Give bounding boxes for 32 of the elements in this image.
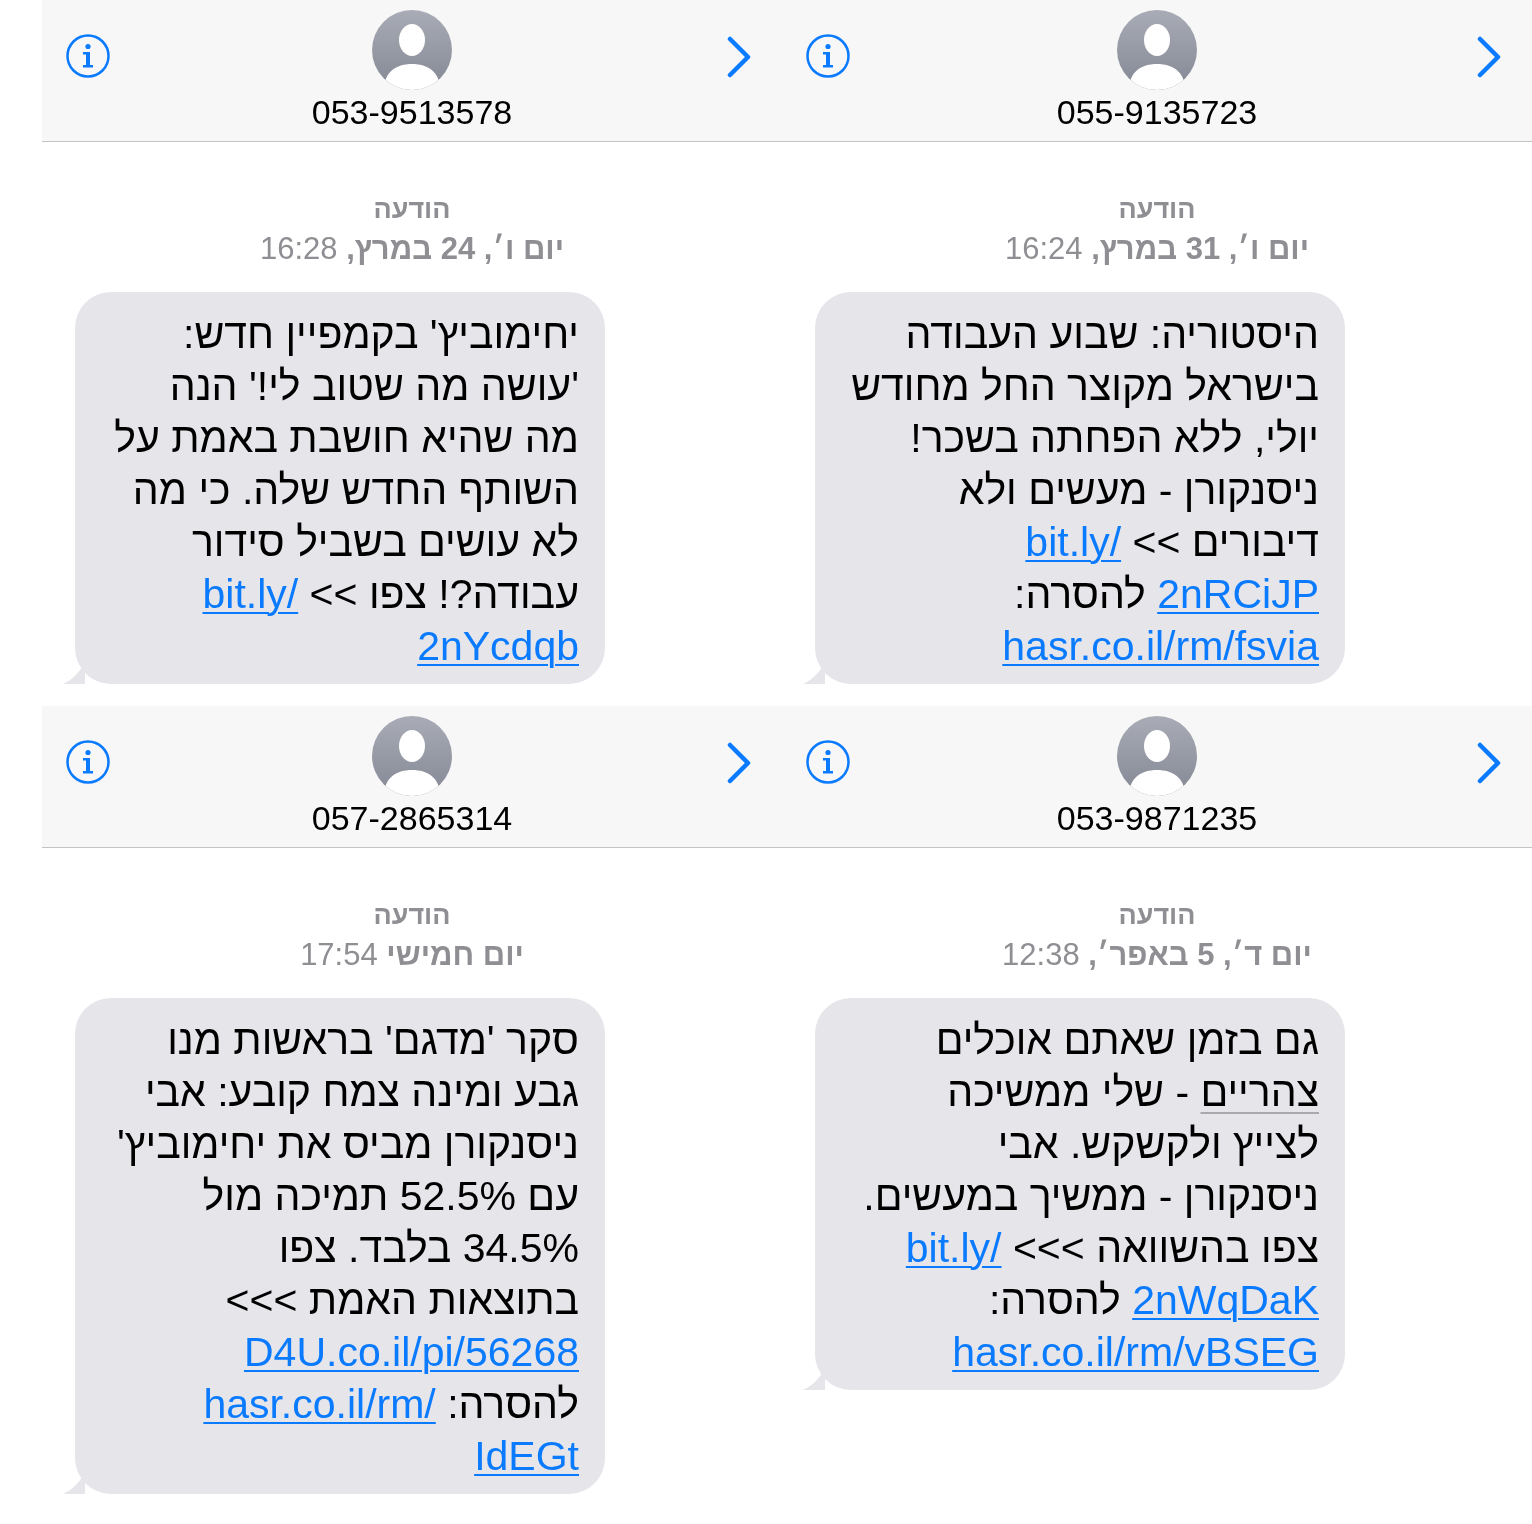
chevron-right-icon[interactable] xyxy=(1476,742,1502,784)
chevron-right-icon[interactable] xyxy=(726,742,752,784)
link[interactable]: hasr.co.il/rm/vBSEG xyxy=(952,1329,1319,1375)
avatar-icon[interactable] xyxy=(372,10,452,90)
avatar-icon[interactable] xyxy=(1117,716,1197,796)
info-icon[interactable] xyxy=(806,740,850,784)
message-type-label: הודעה xyxy=(373,193,451,226)
link[interactable]: bit.ly/ xyxy=(905,1225,1002,1271)
link[interactable]: hasr.co.il/rm/ xyxy=(203,1381,436,1427)
detected-text-link[interactable]: צהריים xyxy=(1200,1069,1319,1115)
message-type-label: הודעה xyxy=(1118,899,1196,932)
chevron-right-icon[interactable] xyxy=(1476,36,1502,78)
link[interactable]: 2nYcdqb xyxy=(417,623,579,669)
phone-number: 057-2865314 xyxy=(311,798,513,838)
avatar-icon[interactable] xyxy=(1117,10,1197,90)
avatar-icon[interactable] xyxy=(372,716,452,796)
link[interactable]: bit.ly/ xyxy=(1025,519,1122,565)
link[interactable]: 2nWqDaK xyxy=(1132,1277,1319,1323)
info-icon[interactable] xyxy=(66,740,110,784)
link[interactable]: 2nRCiJP xyxy=(1157,571,1319,617)
link[interactable]: IdEGt xyxy=(474,1433,579,1479)
info-icon[interactable] xyxy=(66,34,110,78)
link[interactable]: hasr.co.il/rm/fsvia xyxy=(1002,623,1319,669)
phone-number: 055-9135723 xyxy=(1056,92,1258,132)
phone-number: 053-9871235 xyxy=(1056,798,1258,838)
link[interactable]: D4U.co.il/pi/56268 xyxy=(243,1329,579,1375)
link[interactable]: bit.ly/ xyxy=(202,571,299,617)
info-icon[interactable] xyxy=(806,34,850,78)
message-type-label: הודעה xyxy=(373,899,451,932)
chevron-right-icon[interactable] xyxy=(726,36,752,78)
message-type-label: הודעה xyxy=(1118,193,1196,226)
phone-number: 053-9513578 xyxy=(311,92,513,132)
